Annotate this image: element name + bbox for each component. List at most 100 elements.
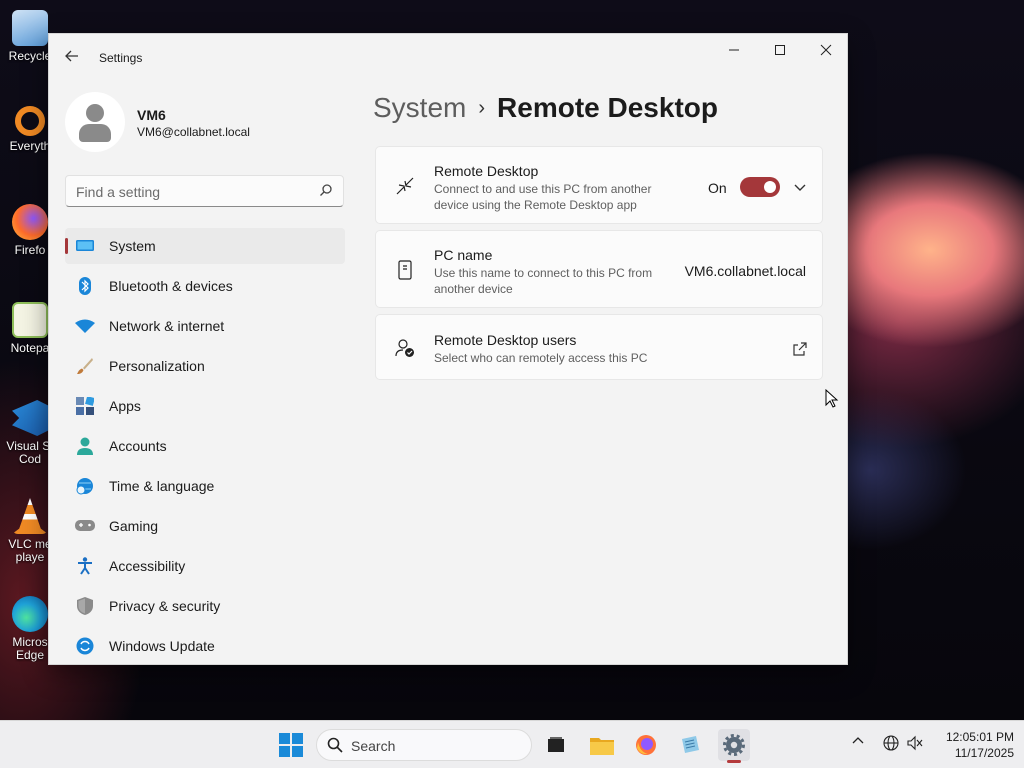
settings-gear-icon [723,734,745,756]
everything-search-icon [15,106,45,136]
remote-desktop-users-card[interactable]: Remote Desktop users Select who can remo… [375,314,823,380]
sidebar-item-privacy-security[interactable]: Privacy & security [65,588,345,624]
maximize-button[interactable] [757,34,803,66]
close-icon [820,44,832,56]
avatar [65,92,125,152]
remote-desktop-icon [394,175,416,197]
remote-desktop-card[interactable]: Remote Desktop Connect to and use this P… [375,146,823,224]
sidebar-item-gaming[interactable]: Gaming [65,508,345,544]
sidebar-item-apps[interactable]: Apps [65,388,345,424]
settings-window: Settings VM6 VM6@collabnet.local System [48,33,848,665]
close-button[interactable] [803,34,847,66]
sidebar-item-label: Gaming [109,518,159,534]
user-profile[interactable]: VM6 VM6@collabnet.local [65,92,345,152]
network-tray-button[interactable] [883,735,899,754]
bluetooth-icon [75,277,95,295]
sidebar-item-network[interactable]: Network & internet [65,308,345,344]
page-title: Remote Desktop [497,92,718,123]
sidebar-item-accounts[interactable]: Accounts [65,428,345,464]
card-title: Remote Desktop [434,163,539,179]
firefox-icon [636,735,656,755]
minimize-button[interactable] [711,34,757,66]
toggle-knob [764,181,776,193]
sidebar-item-label: Privacy & security [109,598,221,614]
firefox-taskbar-button[interactable] [630,729,662,761]
back-button[interactable] [61,48,83,68]
sidebar-item-label: Accessibility [109,558,186,574]
firefox-icon [12,204,48,240]
edge-icon [12,596,48,632]
notepad-icon [12,302,48,338]
pc-name-value: VM6.collabnet.local [684,263,806,279]
search-icon [319,183,333,199]
update-icon [75,637,95,655]
file-explorer-icon [590,738,614,755]
sidebar-item-windows-update[interactable]: Windows Update [65,628,345,664]
sidebar-nav: System Bluetooth & devices Network & int… [65,228,345,664]
find-setting-search[interactable] [65,175,344,207]
remote-desktop-toggle[interactable] [740,177,780,197]
file-explorer-button[interactable] [586,729,618,761]
maximize-icon [775,45,785,55]
toggle-state-label: On [708,180,727,196]
volume-tray-button[interactable] [907,735,923,754]
taskbar: Search 12:05:01 PM 11/17/2025 [0,720,1024,768]
sidebar-item-label: Bluetooth & devices [109,278,233,294]
title-bar: Settings [49,34,847,82]
notepad-app-icon [682,736,699,753]
search-input[interactable] [76,182,306,202]
open-external-icon[interactable] [792,341,808,357]
sidebar-item-label: Windows Update [109,638,215,654]
active-app-indicator [727,760,741,763]
start-button[interactable] [279,733,303,757]
accounts-icon [75,437,95,455]
sidebar-item-label: Network & internet [109,318,225,334]
chevron-up-icon [852,737,864,744]
globe-icon [883,735,899,751]
sidebar-item-time-language[interactable]: Time & language [65,468,345,504]
pc-name-card: PC name Use this name to connect to this… [375,230,823,308]
taskbar-search[interactable]: Search [316,729,532,761]
sidebar-item-label: Time & language [109,478,215,494]
minimize-icon [729,49,739,51]
sidebar-item-accessibility[interactable]: Accessibility [65,548,345,584]
show-hidden-icons-button[interactable] [852,735,864,750]
system-display-icon [75,237,95,255]
settings-taskbar-button[interactable] [718,729,750,763]
sidebar-item-label: Personalization [109,358,205,374]
task-view-icon [548,737,564,752]
search-icon [327,737,343,753]
clock-time: 12:05:01 PM [945,730,1014,744]
gamepad-icon [75,517,95,535]
users-check-icon [394,337,416,359]
recycle-bin-icon [12,10,48,46]
card-title: PC name [434,247,493,263]
vlc-icon [12,498,48,534]
card-title: Remote Desktop users [434,332,577,348]
expand-button[interactable] [790,177,810,197]
notepad-taskbar-button[interactable] [674,729,706,761]
sidebar-item-bluetooth[interactable]: Bluetooth & devices [65,268,345,304]
breadcrumb: System › Remote Desktop [373,92,718,132]
taskbar-search-label: Search [351,738,396,754]
clock-date: 11/17/2025 [954,746,1014,760]
sidebar-item-system[interactable]: System [65,228,345,264]
wifi-icon [75,317,95,335]
breadcrumb-parent-link[interactable]: System [373,92,466,123]
card-description: Select who can remotely access this PC [434,351,648,365]
pc-name-icon [394,259,416,281]
vscode-icon [12,400,48,436]
globe-clock-icon [75,477,95,495]
system-clock[interactable]: 12:05:01 PM 11/17/2025 [930,729,1014,761]
apps-icon [75,397,95,415]
paintbrush-icon [75,357,95,375]
mouse-cursor-icon [825,389,839,408]
chevron-down-icon [794,184,806,191]
breadcrumb-separator: › [478,97,486,119]
window-title: Settings [99,51,143,65]
sidebar-item-personalization[interactable]: Personalization [65,348,345,384]
back-arrow-icon [65,50,78,62]
task-view-button[interactable] [540,729,572,761]
sidebar-item-label: Apps [109,398,141,414]
card-description: Connect to and use this PC from another … [434,182,652,212]
